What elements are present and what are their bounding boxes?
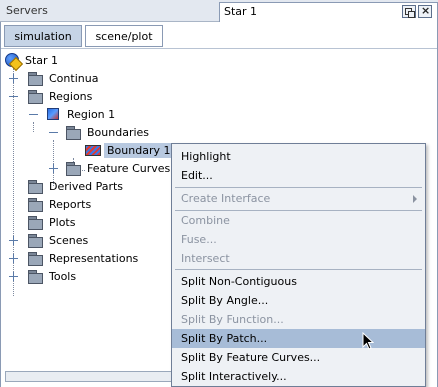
tree-label: Region 1	[67, 107, 116, 121]
servers-tab-title[interactable]: Servers	[6, 4, 48, 17]
tree-node-feature-curves[interactable]: Feature Curves	[65, 159, 170, 177]
folder-icon	[27, 251, 43, 266]
tree-label: Continua	[49, 71, 99, 85]
tab-simulation[interactable]: simulation	[4, 25, 82, 47]
tree-label: Feature Curves	[87, 161, 171, 175]
folder-icon	[27, 233, 43, 248]
subtab-bar: simulation scene/plot	[1, 22, 437, 49]
menu-item-create-interface[interactable]: Create Interface	[172, 189, 425, 208]
expand-icon[interactable]	[9, 74, 18, 83]
tree-label: Boundaries	[87, 125, 150, 139]
submenu-arrow-icon	[413, 195, 417, 203]
restore-window-icon[interactable]	[402, 5, 416, 18]
menu-item-split-interactively[interactable]: Split Interactively...	[172, 367, 425, 386]
tree-label-selected: Boundary 1	[104, 142, 174, 158]
menu-item-split-non-contiguous[interactable]: Split Non-Contiguous	[172, 272, 425, 291]
simulation-star-icon	[5, 53, 19, 67]
menu-item-intersect[interactable]: Intersect	[172, 249, 425, 268]
tree-node-derived-parts[interactable]: Derived Parts	[27, 177, 123, 195]
tree-label: Tools	[49, 269, 77, 283]
folder-icon	[27, 89, 43, 104]
tree-node-boundary-1[interactable]: Boundary 1	[85, 141, 174, 159]
folder-icon	[27, 269, 43, 284]
collapse-icon[interactable]	[49, 128, 58, 137]
expand-icon[interactable]	[9, 236, 18, 245]
expand-icon[interactable]	[49, 164, 58, 173]
menu-item-split-by-function[interactable]: Split By Function...	[172, 310, 425, 329]
folder-icon	[27, 197, 43, 212]
tree-node-regions[interactable]: Regions	[27, 87, 92, 105]
tree-label: Representations	[49, 251, 139, 265]
folder-icon	[65, 161, 81, 176]
tree-node-continua[interactable]: Continua	[27, 69, 98, 87]
tree-label: Derived Parts	[49, 179, 124, 193]
menu-item-split-by-feature-curves[interactable]: Split By Feature Curves...	[172, 348, 425, 367]
collapse-icon[interactable]	[29, 110, 38, 119]
folder-icon	[27, 215, 43, 230]
mouse-pointer-icon	[362, 332, 374, 350]
tree-node-scenes[interactable]: Scenes	[27, 231, 88, 249]
horizontal-scrollbar[interactable]	[5, 371, 173, 382]
tree-node-star[interactable]: Star 1	[5, 51, 58, 69]
close-icon[interactable]: ×	[418, 4, 432, 18]
folder-icon	[27, 71, 43, 86]
expand-icon[interactable]	[9, 254, 18, 263]
tree-label: Reports	[49, 197, 92, 211]
tree-node-region-1[interactable]: Region 1	[45, 105, 115, 123]
context-menu: Highlight Edit... Create Interface Combi…	[171, 143, 426, 387]
folder-icon	[65, 125, 81, 140]
tree-node-tools[interactable]: Tools	[27, 267, 76, 285]
menu-separator	[175, 269, 422, 270]
tree-label: Star 1	[25, 53, 59, 67]
folder-icon	[27, 179, 43, 194]
menu-item-split-by-angle[interactable]: Split By Angle...	[172, 291, 425, 310]
star-tab-label: Star 1	[224, 5, 258, 18]
menu-separator	[175, 187, 422, 188]
tree-node-plots[interactable]: Plots	[27, 213, 75, 231]
tree-node-representations[interactable]: Representations	[27, 249, 138, 267]
star-window-tab[interactable]: Star 1 ×	[219, 2, 438, 22]
tree-label: Regions	[49, 89, 93, 103]
menu-item-highlight[interactable]: Highlight	[172, 147, 425, 166]
collapse-icon[interactable]	[9, 92, 18, 101]
tree-guide	[33, 122, 34, 132]
menu-item-combine[interactable]: Combine	[172, 211, 425, 230]
tree-node-boundaries[interactable]: Boundaries	[65, 123, 149, 141]
tree-node-reports[interactable]: Reports	[27, 195, 91, 213]
top-tab-bar: Servers Star 1 ×	[0, 0, 438, 22]
menu-item-fuse[interactable]: Fuse...	[172, 230, 425, 249]
tree-label: Plots	[49, 215, 76, 229]
boundary-icon	[85, 144, 101, 156]
tab-scene-plot[interactable]: scene/plot	[85, 25, 163, 47]
tree-label: Scenes	[49, 233, 89, 247]
expand-icon[interactable]	[9, 272, 18, 281]
region-icon	[47, 108, 59, 120]
menu-item-edit[interactable]: Edit...	[172, 166, 425, 185]
menu-item-split-by-patch[interactable]: Split By Patch...	[172, 329, 425, 348]
